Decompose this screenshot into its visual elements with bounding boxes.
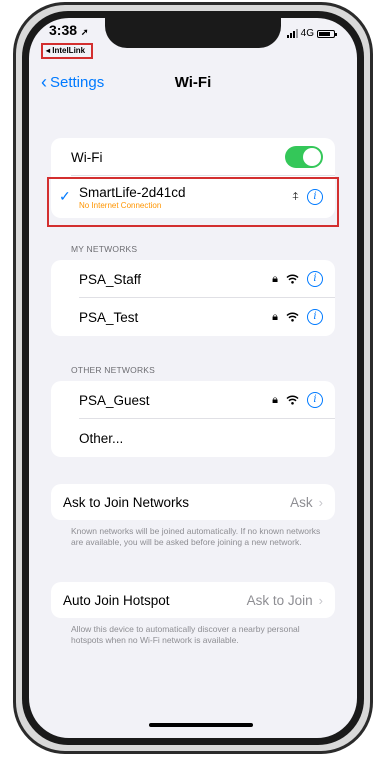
wifi-label: Wi-Fi	[71, 149, 103, 165]
other-networks-group: PSA_Guest 🔒︎ i Other...	[51, 381, 335, 457]
location-arrow-icon: ➚	[80, 27, 89, 37]
back-to-app-button[interactable]: ◂ IntelLink	[41, 43, 93, 59]
battery-icon	[317, 29, 337, 38]
chevron-right-icon: ›	[318, 494, 323, 510]
other-network-row[interactable]: Other...	[51, 419, 335, 457]
chevron-right-icon: ›	[318, 592, 323, 608]
info-icon[interactable]: i	[307, 392, 323, 408]
status-time: 3:38 ➚	[49, 22, 89, 38]
screen: 3:38 ➚ 4G ◂ IntelLink ‹ Settings Wi-Fi W…	[29, 18, 357, 738]
notch	[105, 18, 281, 48]
network-type: 4G	[300, 28, 314, 39]
status-indicators: 4G	[286, 28, 337, 39]
auto-join-hotspot-row[interactable]: Auto Join Hotspot Ask to Join ›	[51, 582, 335, 618]
my-networks-group: PSA_Staff 🔒︎ i PSA_Test 🔒︎ i	[51, 260, 335, 336]
network-row[interactable]: PSA_Test 🔒︎ i	[51, 298, 335, 336]
ask-to-join-label: Ask to Join Networks	[63, 494, 190, 510]
network-row[interactable]: PSA_Guest 🔒︎ i	[51, 381, 335, 419]
wifi-signal-icon	[286, 395, 299, 405]
phone-frame: 3:38 ➚ 4G ◂ IntelLink ‹ Settings Wi-Fi W…	[13, 2, 373, 754]
ask-to-join-row[interactable]: Ask to Join Networks Ask ›	[51, 484, 335, 520]
lock-icon: 🔒︎	[272, 310, 278, 323]
ask-to-join-group: Ask to Join Networks Ask ›	[51, 484, 335, 520]
other-network-label: Other...	[79, 430, 124, 446]
cellular-signal-icon	[286, 29, 298, 38]
info-icon[interactable]: i	[307, 271, 323, 287]
auto-join-hotspot-group: Auto Join Hotspot Ask to Join ›	[51, 582, 335, 618]
page-title: Wi-Fi	[174, 74, 212, 91]
toggle-knob	[303, 148, 321, 166]
ask-to-join-footnote: Known networks will be joined automatica…	[71, 526, 321, 547]
wifi-toggle[interactable]	[285, 146, 323, 168]
wifi-signal-icon	[286, 312, 299, 322]
other-networks-header: OTHER NETWORKS	[71, 365, 156, 375]
auto-join-hotspot-value: Ask to Join	[246, 592, 313, 608]
my-networks-header: MY NETWORKS	[71, 244, 138, 254]
wifi-toggle-row: Wi-Fi	[51, 138, 335, 176]
network-name: PSA_Guest	[79, 392, 150, 408]
auto-join-hotspot-label: Auto Join Hotspot	[63, 592, 170, 608]
navigation-bar: ‹ Settings Wi-Fi	[29, 70, 357, 100]
phone-bezel: 3:38 ➚ 4G ◂ IntelLink ‹ Settings Wi-Fi W…	[22, 11, 364, 745]
lock-icon: 🔒︎	[272, 393, 278, 406]
network-row[interactable]: PSA_Staff 🔒︎ i	[51, 260, 335, 298]
network-name: PSA_Test	[79, 309, 139, 325]
home-indicator[interactable]	[149, 723, 253, 727]
network-name: PSA_Staff	[79, 271, 142, 287]
highlight-box	[47, 177, 339, 227]
auto-join-hotspot-footnote: Allow this device to automatically disco…	[71, 624, 300, 645]
lock-icon: 🔒︎	[272, 272, 278, 285]
back-to-app-label: ◂ IntelLink	[46, 46, 86, 55]
wifi-signal-icon	[286, 274, 299, 284]
info-icon[interactable]: i	[307, 309, 323, 325]
ask-to-join-value: Ask	[290, 494, 313, 510]
